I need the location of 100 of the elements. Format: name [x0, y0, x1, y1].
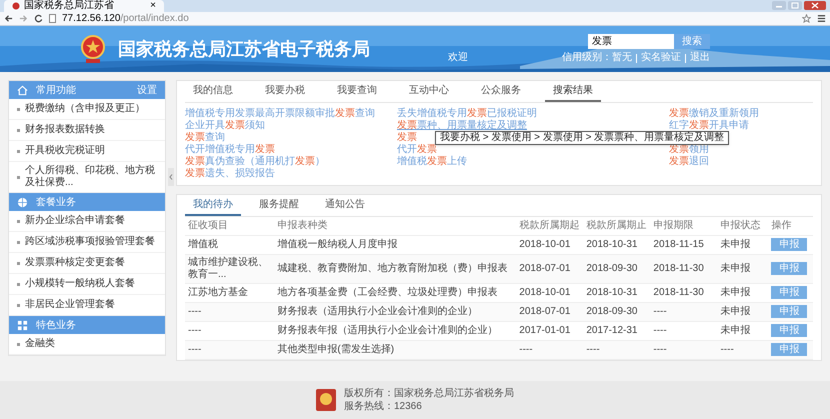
- table-cell-text: 财务报表年报（适用执行小企业会计准则的企业）: [277, 324, 498, 336]
- reload-icon[interactable]: [34, 14, 43, 23]
- column-header: 申报期限: [653, 220, 694, 232]
- table-cell-text: 未申报: [720, 262, 752, 274]
- table-cell-text: ----: [653, 306, 668, 318]
- settings-link[interactable]: 设置: [137, 82, 157, 98]
- declare-button[interactable]: 申报: [771, 324, 808, 337]
- close-icon[interactable]: [804, 1, 826, 10]
- result-link[interactable]: 发票: [397, 132, 417, 144]
- result-link[interactable]: 发票真伪查验（通用机打发票）: [185, 156, 325, 168]
- bullet-icon: [17, 342, 20, 346]
- sidebar-item[interactable]: 开具税收完税证明: [25, 145, 105, 157]
- column-header: 操作: [771, 220, 792, 232]
- result-link[interactable]: 发票退回: [669, 156, 709, 168]
- star-icon[interactable]: [802, 14, 811, 23]
- table-cell-text: 2018-11-30: [653, 286, 705, 298]
- declare-button[interactable]: 申报: [771, 286, 808, 299]
- menu-icon[interactable]: [817, 14, 826, 23]
- bullet-icon: [17, 220, 20, 222]
- table-cell-text: 其他类型申报(需发生选择): [277, 344, 396, 356]
- sidebar-item[interactable]: 金融类: [25, 338, 55, 350]
- bullet-icon: [17, 128, 20, 132]
- declare-button[interactable]: 申报: [771, 262, 808, 275]
- minimize-icon[interactable]: [772, 1, 786, 10]
- table-cell-text: ----: [188, 324, 202, 336]
- section-title: 特色业务: [36, 318, 76, 332]
- column-header: 税款所属期起: [519, 220, 580, 232]
- sidebar-item[interactable]: 小规模转一般纳税人套餐: [25, 278, 135, 290]
- table-cell-text: ----: [188, 306, 202, 318]
- table-cell-text: 增值税一般纳税人月度申报: [277, 238, 398, 250]
- table-cell-text: 未申报: [720, 286, 752, 298]
- table-cell-text: 2018-11-15: [653, 238, 705, 250]
- header-link[interactable]: 实名验证: [641, 52, 681, 64]
- sidebar-item[interactable]: 财务报表数据转换: [25, 124, 105, 136]
- result-link[interactable]: 红字发票开具申请: [669, 120, 749, 132]
- tab-close[interactable]: ×: [150, 1, 156, 11]
- site-title: 国家税务总局江苏省电子税务局: [118, 38, 370, 60]
- result-link[interactable]: 增值税专用发票最高开票限额审批发票查询: [185, 108, 375, 120]
- result-link[interactable]: 丢失增值税专用发票已报税证明: [397, 108, 537, 120]
- panel-tab[interactable]: 我的待办: [185, 194, 241, 216]
- bullet-icon: [17, 108, 20, 110]
- table-cell-text: 2018-07-01: [519, 306, 572, 318]
- bullet-icon: [17, 150, 20, 152]
- table-cell-text: 2018-10-01: [519, 286, 572, 298]
- result-link[interactable]: 发票查询: [185, 132, 225, 144]
- chevron-left-icon: [169, 174, 173, 180]
- sidebar-item[interactable]: 非居民企业管理套餐: [25, 299, 115, 311]
- header-link[interactable]: 信用级别：暂无: [562, 52, 632, 64]
- sidebar-item[interactable]: 发票票种核定变更套餐: [25, 257, 125, 269]
- nav-tab[interactable]: 搜索结果: [545, 80, 601, 102]
- emblem-logo: [316, 389, 336, 411]
- table-cell-text: 城市维护建设税、教育一...: [188, 256, 269, 280]
- result-link[interactable]: 发票缴销及重新领用: [669, 108, 759, 120]
- bullet-icon: [17, 240, 20, 244]
- url-text[interactable]: 77.12.56.120/portal/index.do: [62, 12, 796, 24]
- sidebar-section-header[interactable]: 套餐业务: [9, 193, 165, 211]
- declare-button[interactable]: 申报: [771, 343, 808, 356]
- table-cell-text: 2018-11-30: [653, 262, 705, 274]
- result-link[interactable]: 企业开具发票须知: [185, 120, 265, 132]
- result-link[interactable]: 发票遗失、损毁报告: [185, 168, 275, 180]
- sidebar-item[interactable]: 跨区域涉税事项报验管理套餐: [25, 236, 155, 248]
- table-cell-text: 城建税、教育费附加、地方教育附加税（费）申报表: [277, 262, 508, 274]
- panel-tab[interactable]: 通知公告: [317, 194, 373, 216]
- nav-tab[interactable]: 我要办税: [257, 80, 313, 102]
- result-link[interactable]: 发票票种、用票量核定及调整: [397, 120, 527, 132]
- collapse-handle[interactable]: [168, 168, 174, 186]
- bullet-icon: [17, 262, 20, 264]
- nav-tab[interactable]: 公众服务: [473, 80, 529, 102]
- header-link[interactable]: 退出: [690, 52, 710, 64]
- table-cell-text: 2018-10-31: [586, 238, 638, 250]
- result-link[interactable]: 增值税发票上传: [397, 156, 467, 168]
- table-cell-text: 2017-12-31: [586, 324, 638, 336]
- back-arrow-icon[interactable]: [4, 14, 13, 23]
- bullet-icon: [17, 282, 20, 286]
- nav-tab[interactable]: 互动中心: [401, 80, 457, 102]
- search-field[interactable]: 发票: [588, 34, 674, 49]
- nav-tab[interactable]: 我的信息: [185, 80, 241, 102]
- sidebar-item[interactable]: 个人所得税、印花税、地方税及社保费...: [25, 165, 157, 189]
- sidebar-item[interactable]: 税费缴纳（含申报及更正）: [25, 103, 145, 115]
- bullet-icon: [17, 176, 20, 178]
- table-cell-text: ----: [653, 344, 668, 356]
- maximize-icon[interactable]: [788, 1, 802, 10]
- sidebar-item[interactable]: 新办企业综合申请套餐: [25, 215, 125, 227]
- copyright-text: 版权所有：国家税务总局江苏省税务局: [344, 387, 514, 400]
- result-link[interactable]: 代开发票: [397, 144, 437, 156]
- table-cell-text: 2018-07-01: [519, 262, 572, 274]
- declare-button[interactable]: 申报: [771, 305, 808, 318]
- declare-button[interactable]: 申报: [771, 238, 808, 251]
- nav-tab[interactable]: 我要查询: [329, 80, 385, 102]
- table-cell-text: 增值税: [188, 238, 219, 250]
- hotline-text: 服务热线：12366: [344, 400, 423, 413]
- search-button[interactable]: 搜索: [674, 34, 710, 49]
- result-link[interactable]: 代开增值税专用发票: [185, 144, 275, 156]
- sidebar-section-header[interactable]: 特色业务: [9, 316, 165, 334]
- table-cell-text: 地方各项基金费（工会经费、垃圾处理费）申报表: [277, 286, 498, 298]
- table-cell-text: 2018-10-31: [586, 286, 638, 298]
- sidebar-section-header[interactable]: 常用功能 设置: [9, 81, 165, 99]
- table-cell-text: 未申报: [720, 306, 752, 318]
- forward-arrow-icon[interactable]: [19, 14, 28, 23]
- panel-tab[interactable]: 服务提醒: [251, 194, 307, 216]
